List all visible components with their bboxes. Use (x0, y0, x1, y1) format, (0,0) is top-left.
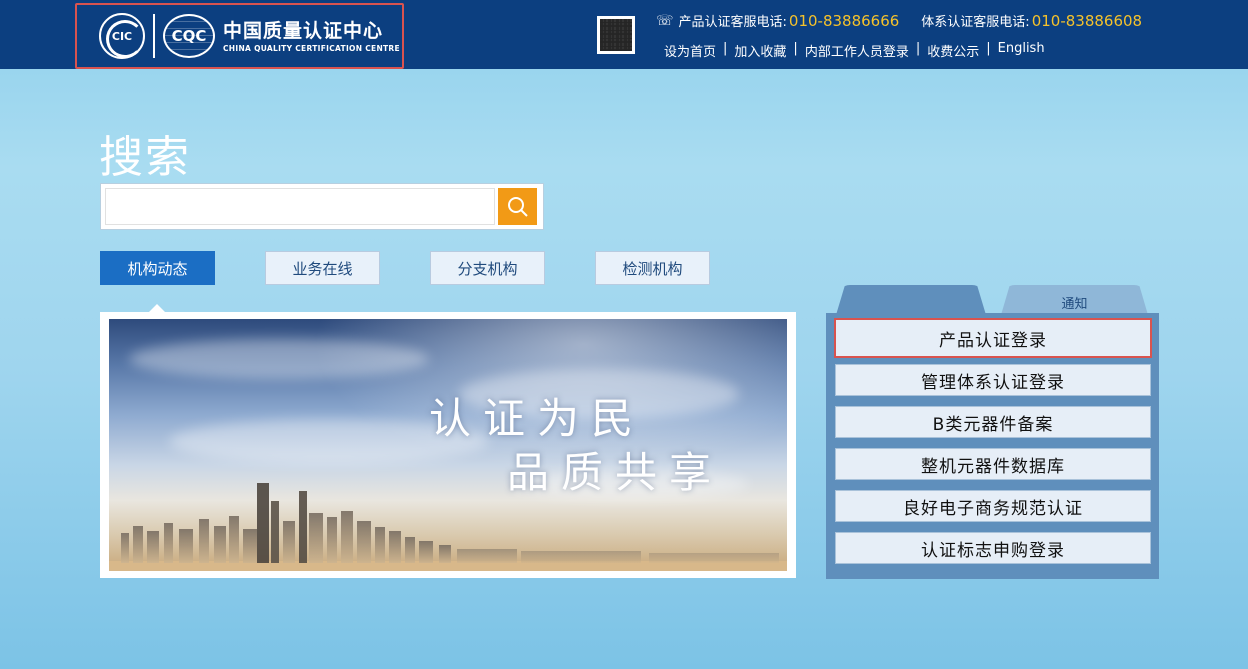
tab-pointer (149, 304, 165, 312)
product-cert-login-button[interactable]: 产品认证登录 (834, 318, 1152, 358)
component-database-button[interactable]: 整机元器件数据库 (835, 448, 1151, 480)
logo-text: 中国质量认证中心 CHINA QUALITY CERTIFICATION CEN… (223, 20, 400, 53)
tab-institution-news[interactable]: 机构动态 (100, 251, 215, 285)
english-link[interactable]: English (998, 41, 1045, 60)
hotline-info: ☏ 产品认证客服电话: 010-83886666 体系认证客服电话: 010-8… (656, 11, 1143, 31)
set-homepage-link[interactable]: 设为首页 (664, 41, 716, 60)
phone-icon: ☏ (656, 12, 674, 29)
login-panel: 通知 产品认证登录 管理体系认证登录 B类元器件备案 整机元器件数据库 良好电子… (826, 285, 1159, 579)
system-cert-login-button[interactable]: 管理体系认证登录 (835, 364, 1151, 396)
banner-slogan-line1: 认证为民 (429, 394, 646, 443)
panel-tab-notice[interactable]: 通知 (1001, 285, 1148, 315)
search-bar (100, 183, 544, 230)
ecommerce-cert-button[interactable]: 良好电子商务规范认证 (835, 490, 1151, 522)
tab-business-online[interactable]: 业务在线 (265, 251, 380, 285)
tab-testing-labs[interactable]: 检测机构 (595, 251, 710, 285)
city-skyline-image (109, 483, 787, 571)
logo-name-cn: 中国质量认证中心 (223, 19, 384, 42)
search-icon (507, 196, 528, 217)
panel-tabs: 通知 (826, 285, 1159, 315)
search-button[interactable] (498, 188, 537, 225)
qr-code-image (597, 16, 635, 54)
top-links: 设为首页 | 加入收藏 | 内部工作人员登录 | 收费公示 | English (664, 41, 1045, 60)
cqc-logo-icon: CQC (163, 14, 215, 58)
product-hotline-label: 产品认证客服电话: (678, 15, 787, 30)
tab-branches[interactable]: 分支机构 (430, 251, 545, 285)
cqc-logo-text: CQC (171, 27, 207, 45)
staff-login-link[interactable]: 内部工作人员登录 (805, 41, 909, 60)
system-hotline-number: 010-83886608 (1031, 11, 1143, 30)
class-b-component-filing-button[interactable]: B类元器件备案 (835, 406, 1151, 438)
cic-logo-icon: CIC (99, 13, 145, 59)
banner-image: 认证为民 品质共享 (109, 319, 787, 571)
search-input[interactable] (105, 188, 495, 225)
product-hotline-number: 010-83886666 (788, 11, 900, 30)
add-favorite-link[interactable]: 加入收藏 (734, 41, 786, 60)
site-logo[interactable]: CIC CQC 中国质量认证中心 CHINA QUALITY CERTIFICA… (75, 3, 404, 69)
logo-name-en: CHINA QUALITY CERTIFICATION CENTRE (223, 43, 400, 53)
fee-notice-link[interactable]: 收费公示 (927, 41, 979, 60)
banner[interactable]: 认证为民 品质共享 (100, 312, 796, 578)
system-hotline-label: 体系认证客服电话: (921, 15, 1030, 30)
panel-tab-login[interactable] (836, 285, 986, 315)
search-title: 搜索 (99, 132, 191, 183)
cert-mark-purchase-login-button[interactable]: 认证标志申购登录 (835, 532, 1151, 564)
panel-body: 产品认证登录 管理体系认证登录 B类元器件备案 整机元器件数据库 良好电子商务规… (826, 313, 1159, 579)
logo-divider (153, 14, 155, 58)
cic-logo-text: CIC (111, 29, 133, 43)
top-header: CIC CQC 中国质量认证中心 CHINA QUALITY CERTIFICA… (0, 0, 1248, 69)
